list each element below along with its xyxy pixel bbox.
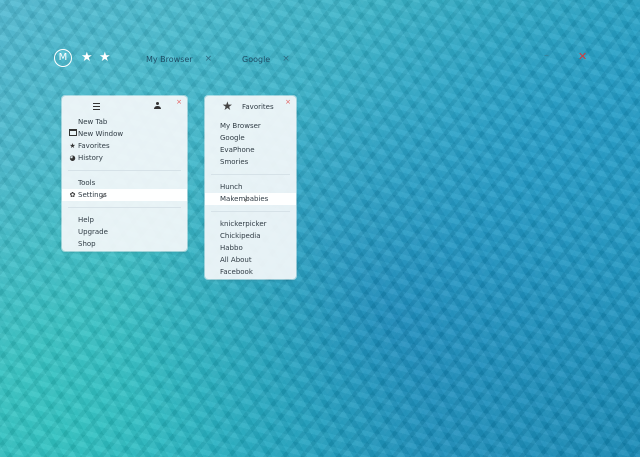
favorite-item[interactable]: Smories (205, 156, 296, 168)
close-icon[interactable]: × (282, 54, 290, 64)
menu-item-history[interactable]: ◕ History (62, 152, 187, 164)
gear-icon: ✿ (69, 191, 76, 199)
menu-item-settings[interactable]: ✿ Settings ➶ (62, 189, 187, 201)
main-menu-header: × (62, 96, 187, 116)
main-menu-panel: × New Tab New Window ★ Favorites ◕ Histo… (62, 96, 187, 251)
hamburger-menu-icon[interactable] (93, 103, 100, 110)
menu-item-tools[interactable]: Tools (62, 177, 187, 189)
mouse-cursor-icon: ➶ (100, 191, 108, 201)
favorite-item[interactable]: Makembabies ➶ (205, 193, 296, 205)
tab-my-browser[interactable]: My Browser × (146, 52, 212, 66)
favorite-item[interactable]: Chickipedia (205, 230, 296, 242)
close-icon[interactable]: × (205, 54, 213, 64)
favorite-item[interactable]: My Browser (205, 120, 296, 132)
menu-divider (211, 211, 290, 212)
menu-divider (68, 207, 181, 208)
clock-icon: ◕ (69, 154, 76, 162)
favorite-item[interactable]: Google (205, 132, 296, 144)
tab-google[interactable]: Google × (242, 52, 290, 66)
half-star-icon[interactable]: ★ (99, 50, 111, 66)
star-icon: ★ (222, 99, 233, 113)
menu-divider (211, 174, 290, 175)
favorite-item[interactable]: EvaPhone (205, 144, 296, 156)
favorites-header: ★ Favorites × (205, 96, 296, 116)
tab-label: My Browser (146, 54, 193, 64)
favorites-title: Favorites (242, 103, 274, 111)
mouse-cursor-icon: ➶ (243, 195, 251, 205)
menu-item-new-window[interactable]: New Window (62, 128, 187, 140)
menu-item-upgrade[interactable]: Upgrade (62, 226, 187, 238)
tab-label: Google (242, 54, 271, 64)
star-icon: ★ (69, 142, 76, 150)
user-icon[interactable] (154, 102, 161, 110)
close-icon[interactable]: × (285, 98, 291, 106)
favorite-item[interactable]: Hunch (205, 181, 296, 193)
favorite-item[interactable]: Facebook (205, 266, 296, 278)
menu-item-help[interactable]: Help (62, 214, 187, 226)
favorite-item[interactable]: knickerpicker (205, 218, 296, 230)
browser-logo-icon[interactable]: M (54, 49, 72, 67)
menu-divider (68, 170, 181, 171)
star-icon[interactable]: ★ (81, 50, 93, 66)
menu-item-new-tab[interactable]: New Tab (62, 116, 187, 128)
favorite-item[interactable]: Habbo (205, 242, 296, 254)
close-icon[interactable]: × (176, 98, 182, 106)
menu-item-shop[interactable]: Shop (62, 238, 187, 250)
minimize-icon[interactable]: – (544, 50, 549, 61)
favorite-item[interactable]: All About (205, 254, 296, 266)
menu-item-favorites[interactable]: ★ Favorites (62, 140, 187, 152)
favorites-menu-panel: ★ Favorites × My Browser Google EvaPhone… (205, 96, 296, 279)
browser-top-bar: M ★ ★ My Browser × Google × – ✕ (0, 0, 640, 80)
window-icon (68, 128, 77, 140)
window-close-icon[interactable]: ✕ (578, 50, 587, 63)
